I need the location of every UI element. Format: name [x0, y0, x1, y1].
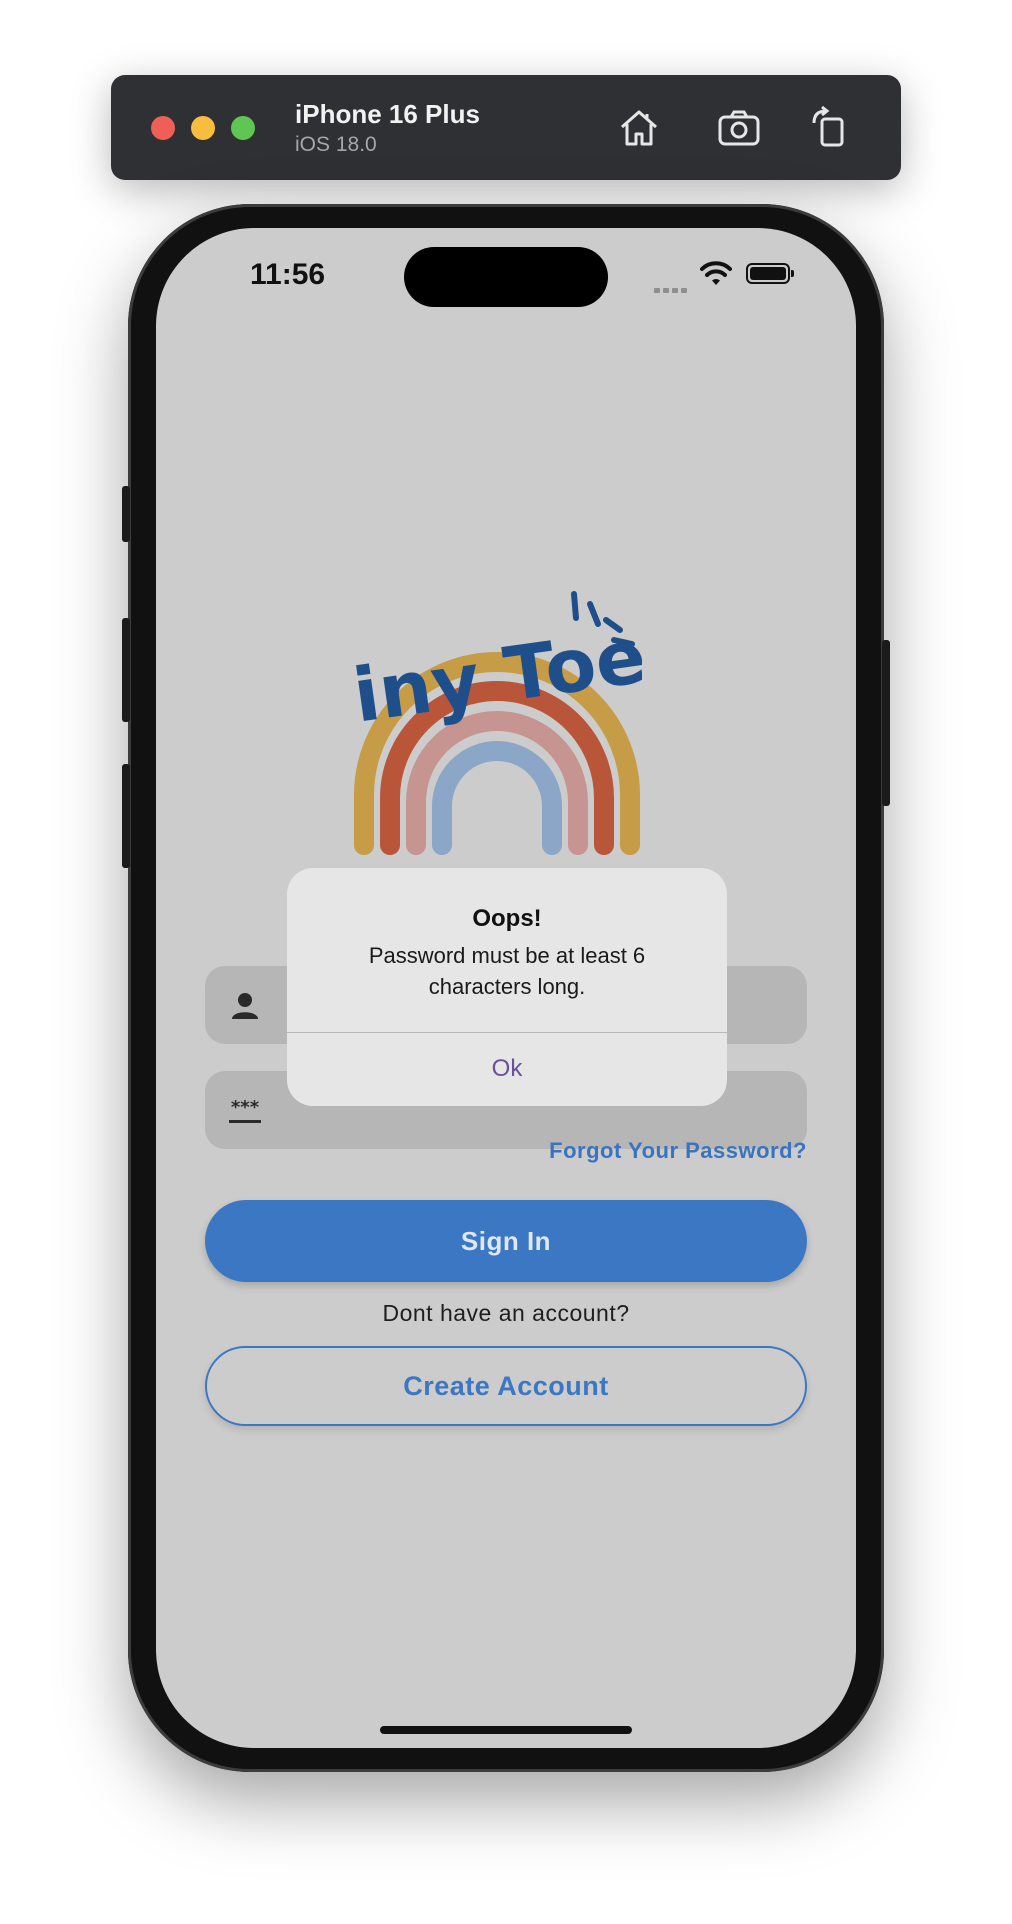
- battery-icon: [746, 263, 794, 284]
- alert-message: Password must be at least 6 characters l…: [368, 943, 646, 999]
- volume-up-button: [122, 618, 130, 722]
- cellular-signal-icon: [654, 280, 690, 298]
- home-icon[interactable]: [616, 105, 662, 151]
- person-icon: [232, 993, 258, 1019]
- rotate-icon[interactable]: [806, 105, 852, 151]
- alert-title: Oops!: [472, 905, 542, 932]
- no-account-text: Dont have an account?: [382, 1300, 630, 1326]
- minimize-window-button[interactable]: [191, 116, 215, 140]
- wifi-icon: [700, 261, 732, 285]
- device-name: iPhone 16 Plus: [295, 99, 480, 129]
- phone-screen: 11:56 Tiny Toes *** Forgot Your Password…: [156, 228, 856, 1748]
- forgot-password-link[interactable]: Forgot Your Password?: [549, 1138, 807, 1164]
- os-version: iOS 18.0: [295, 133, 377, 156]
- zoom-window-button[interactable]: [231, 116, 255, 140]
- home-indicator[interactable]: [380, 1726, 632, 1734]
- create-account-button[interactable]: Create Account: [205, 1346, 807, 1426]
- tiny-toes-logo: Tiny Toes: [352, 591, 642, 855]
- sign-in-button[interactable]: Sign In: [205, 1200, 807, 1282]
- action-button: [122, 486, 130, 542]
- dynamic-island: [404, 247, 608, 307]
- close-window-button[interactable]: [151, 116, 175, 140]
- alert-dialog: Oops! Password must be at least 6 charac…: [287, 868, 727, 1106]
- password-icon: ***: [229, 1097, 261, 1123]
- screenshot-icon[interactable]: [716, 105, 762, 151]
- status-time: 11:56: [250, 258, 326, 291]
- side-button: [882, 640, 890, 806]
- svg-text:***: ***: [231, 1097, 260, 1118]
- simulator-title-bar: iPhone 16 Plus iOS 18.0: [111, 75, 901, 180]
- alert-ok-button[interactable]: Ok: [287, 1032, 727, 1106]
- volume-down-button: [122, 764, 130, 868]
